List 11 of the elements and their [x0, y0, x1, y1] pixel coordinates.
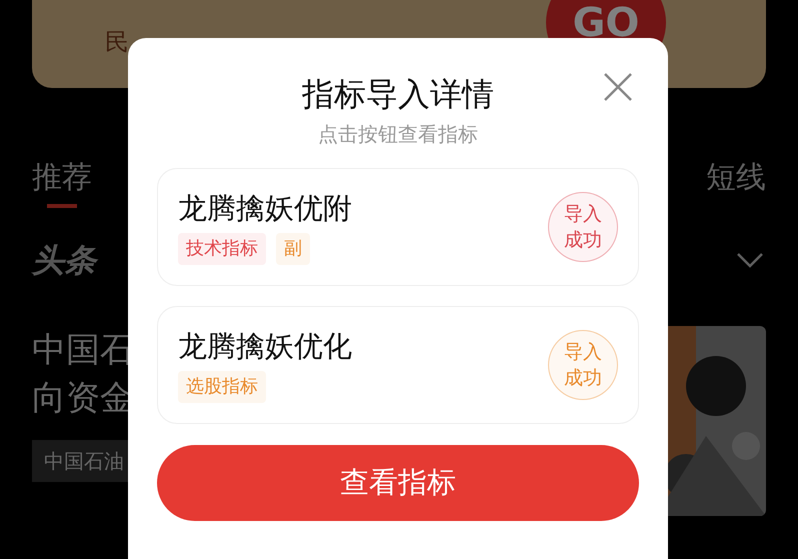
indicator-name: 龙腾擒妖优化: [178, 328, 353, 365]
indicator-name: 龙腾擒妖优附: [178, 190, 353, 227]
import-success-stamp: 导入成功: [548, 192, 618, 262]
indicator-tag: 副: [276, 233, 310, 265]
import-success-stamp: 导入成功: [548, 330, 618, 400]
indicator-tag: 选股指标: [178, 371, 266, 403]
section-logo: 头条: [32, 236, 96, 284]
dialog-title: 指标导入详情: [302, 74, 494, 114]
indicator-tag: 技术指标: [178, 233, 266, 265]
dialog-subtitle: 点击按钮查看指标: [318, 121, 478, 148]
banner-subtitle: 民: [105, 27, 129, 58]
